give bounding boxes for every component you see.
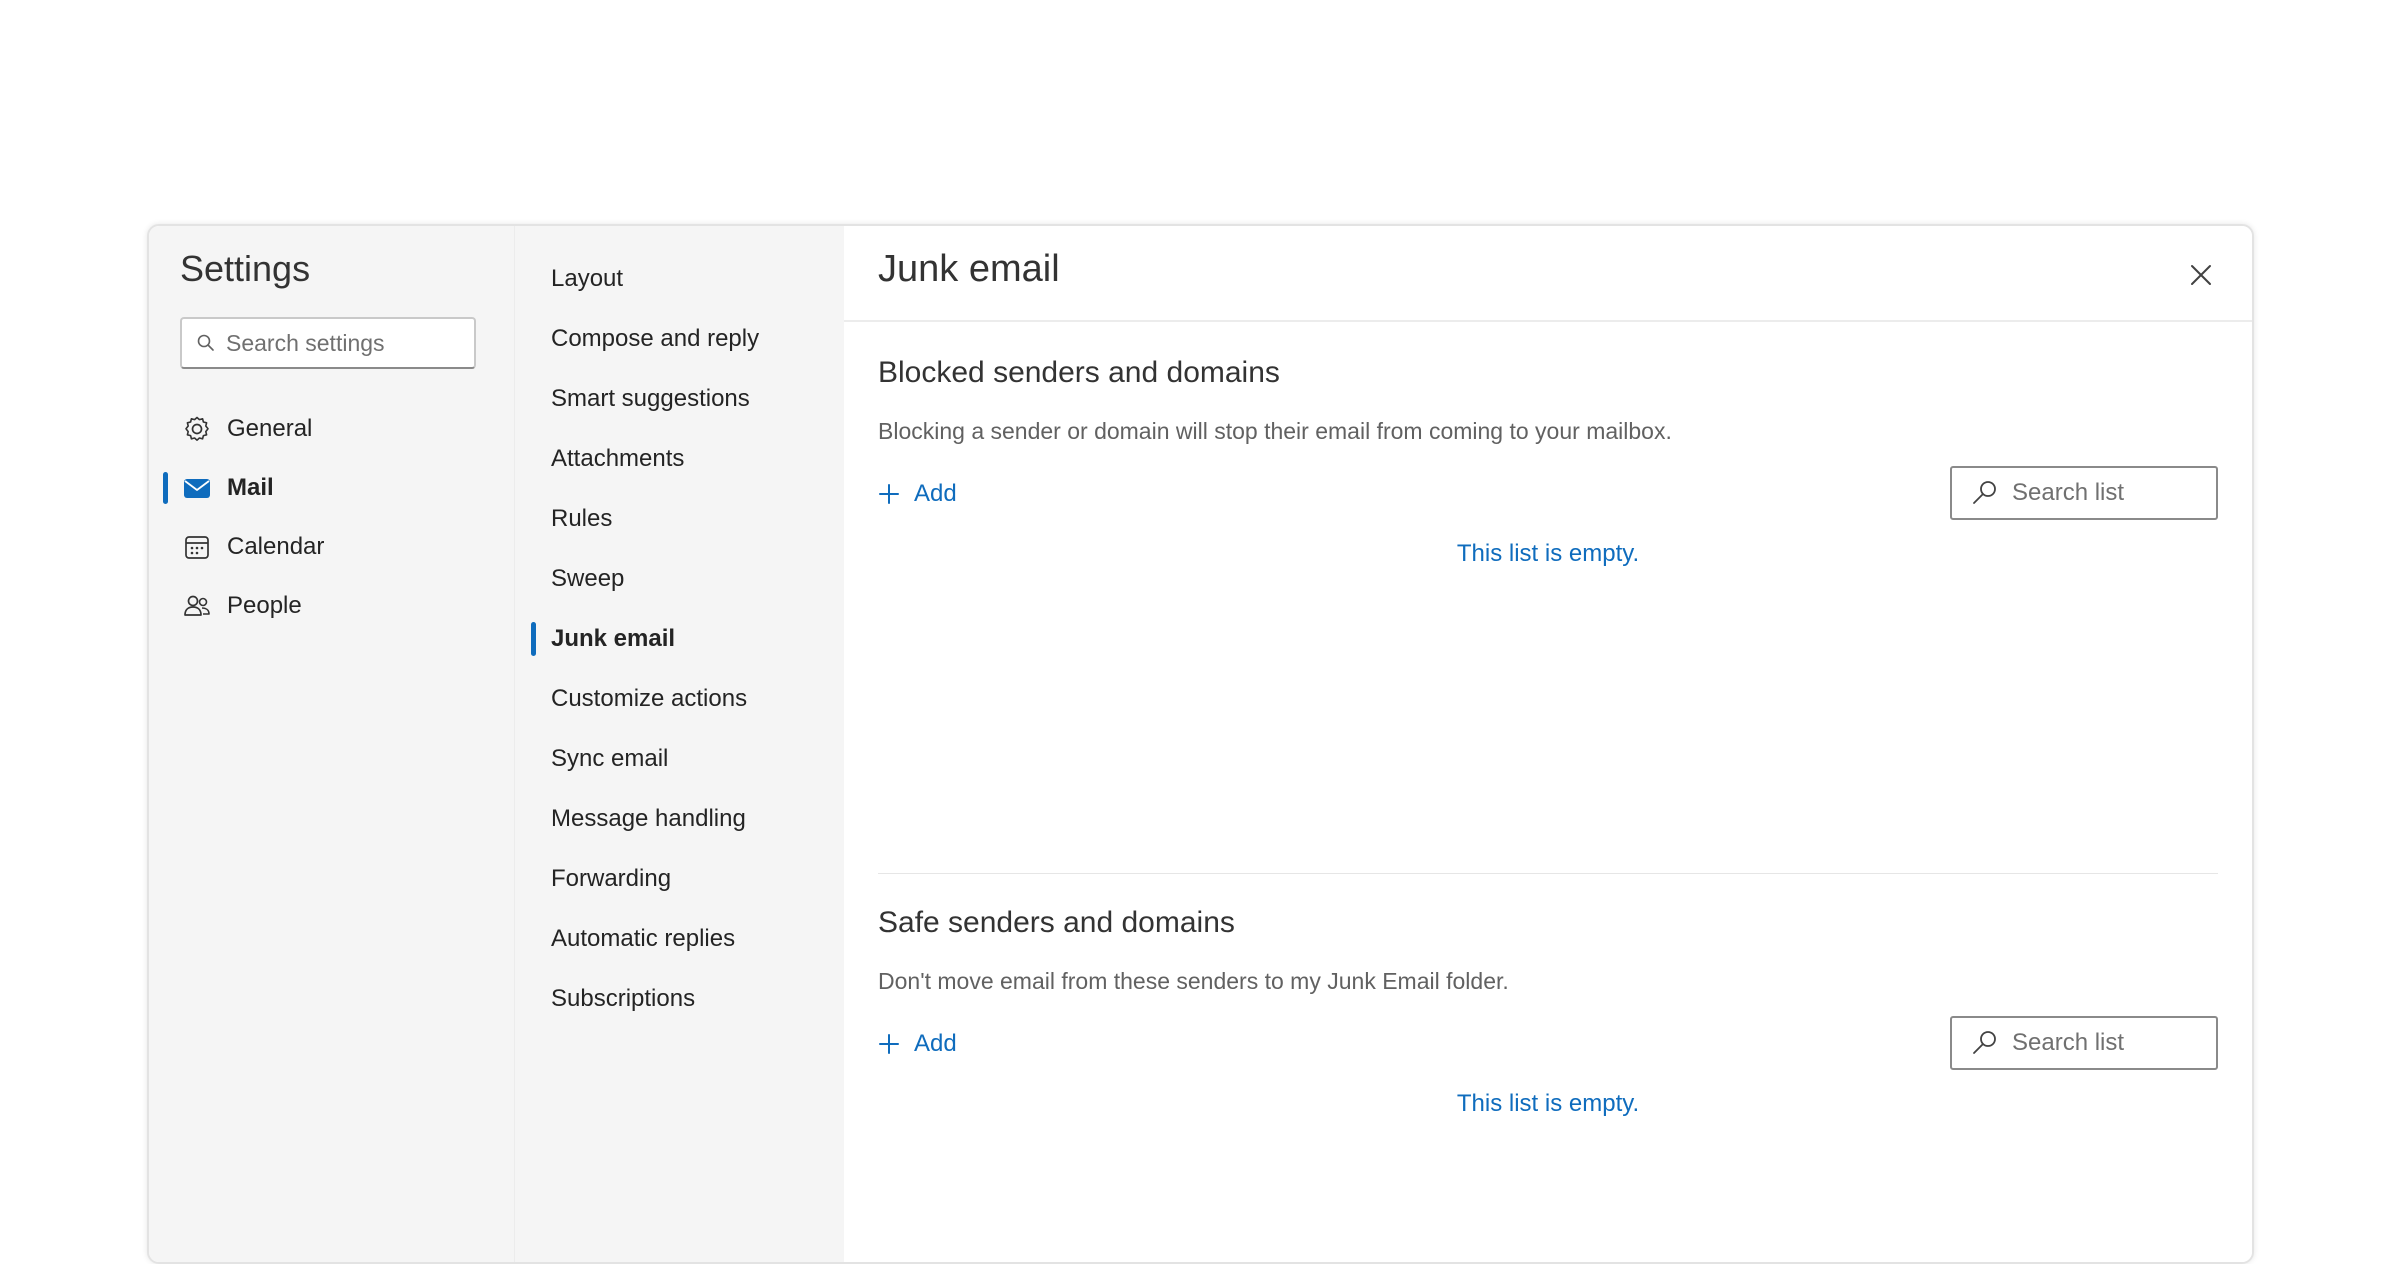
add-label: Add xyxy=(914,1030,957,1057)
nav-item-people[interactable]: People xyxy=(149,576,514,635)
pane-title: Junk email xyxy=(878,248,1060,290)
secondary-nav: Layout Compose and reply Smart suggestio… xyxy=(515,249,845,1029)
subnav-item-sweep[interactable]: Sweep xyxy=(515,549,845,609)
search-settings-box[interactable] xyxy=(180,317,476,369)
nav-item-calendar[interactable]: Calendar xyxy=(149,517,514,576)
subnav-item-layout[interactable]: Layout xyxy=(515,249,845,309)
plus-icon xyxy=(879,484,899,504)
section-title: Blocked senders and domains xyxy=(878,356,1280,389)
subnav-item-message-handling[interactable]: Message handling xyxy=(515,789,845,849)
subnav-item-smart-suggestions[interactable]: Smart suggestions xyxy=(515,369,845,429)
search-icon xyxy=(197,334,214,351)
subnav-item-sync-email[interactable]: Sync email xyxy=(515,729,845,789)
safe-search-box[interactable] xyxy=(1950,1016,2218,1070)
nav-item-label: Mail xyxy=(227,473,274,501)
settings-dialog: Settings General xyxy=(147,224,2254,1264)
subnav-item-automatic-replies[interactable]: Automatic replies xyxy=(515,909,845,969)
blocked-search-input[interactable] xyxy=(2012,479,2202,507)
settings-title: Settings xyxy=(180,248,311,289)
add-label: Add xyxy=(914,480,957,507)
subnav-item-junk-email[interactable]: Junk email xyxy=(515,609,845,669)
empty-list-message: This list is empty. xyxy=(1456,1090,1640,1117)
nav-item-label: People xyxy=(227,591,302,619)
gear-icon xyxy=(182,414,212,444)
section-divider xyxy=(878,873,2218,874)
nav-item-label: General xyxy=(227,414,313,442)
safe-senders-section: Safe senders and domains Don't move emai… xyxy=(878,906,2218,1246)
search-icon xyxy=(1973,1031,1996,1054)
plus-icon xyxy=(879,1034,899,1054)
close-button[interactable] xyxy=(2184,258,2218,292)
nav-item-label: Calendar xyxy=(227,532,325,560)
calendar-icon xyxy=(182,532,212,562)
mail-icon xyxy=(182,473,212,503)
subnav-item-customize-actions[interactable]: Customize actions xyxy=(515,669,845,729)
subnav-item-forwarding[interactable]: Forwarding xyxy=(515,849,845,909)
search-icon xyxy=(1973,481,1996,504)
primary-nav: General Mail Calendar People xyxy=(149,399,514,635)
empty-list-message: This list is empty. xyxy=(1456,540,1640,567)
close-icon xyxy=(2191,265,2211,285)
search-settings-input[interactable] xyxy=(226,329,466,357)
safe-search-input[interactable] xyxy=(2012,1029,2202,1057)
blocked-search-box[interactable] xyxy=(1950,466,2218,520)
subnav-item-rules[interactable]: Rules xyxy=(515,489,845,549)
nav-item-mail[interactable]: Mail xyxy=(149,458,514,517)
section-description: Don't move email from these senders to m… xyxy=(878,968,1509,994)
section-description: Blocking a sender or domain will stop th… xyxy=(878,418,1672,444)
mail-subcategory-panel: Layout Compose and reply Smart suggestio… xyxy=(514,226,844,1262)
nav-item-general[interactable]: General xyxy=(149,399,514,458)
add-safe-sender-button[interactable]: Add xyxy=(878,1030,957,1058)
pane-header: Junk email xyxy=(844,226,2252,322)
blocked-senders-section: Blocked senders and domains Blocking a s… xyxy=(878,356,2218,826)
subnav-item-compose-and-reply[interactable]: Compose and reply xyxy=(515,309,845,369)
add-blocked-sender-button[interactable]: Add xyxy=(878,480,957,508)
settings-category-panel: Settings General xyxy=(149,226,514,1262)
subnav-item-subscriptions[interactable]: Subscriptions xyxy=(515,969,845,1029)
junk-email-pane: Junk email Blocked senders and domains B… xyxy=(844,226,2252,1262)
people-icon xyxy=(182,591,212,621)
subnav-item-attachments[interactable]: Attachments xyxy=(515,429,845,489)
section-title: Safe senders and domains xyxy=(878,906,1235,939)
